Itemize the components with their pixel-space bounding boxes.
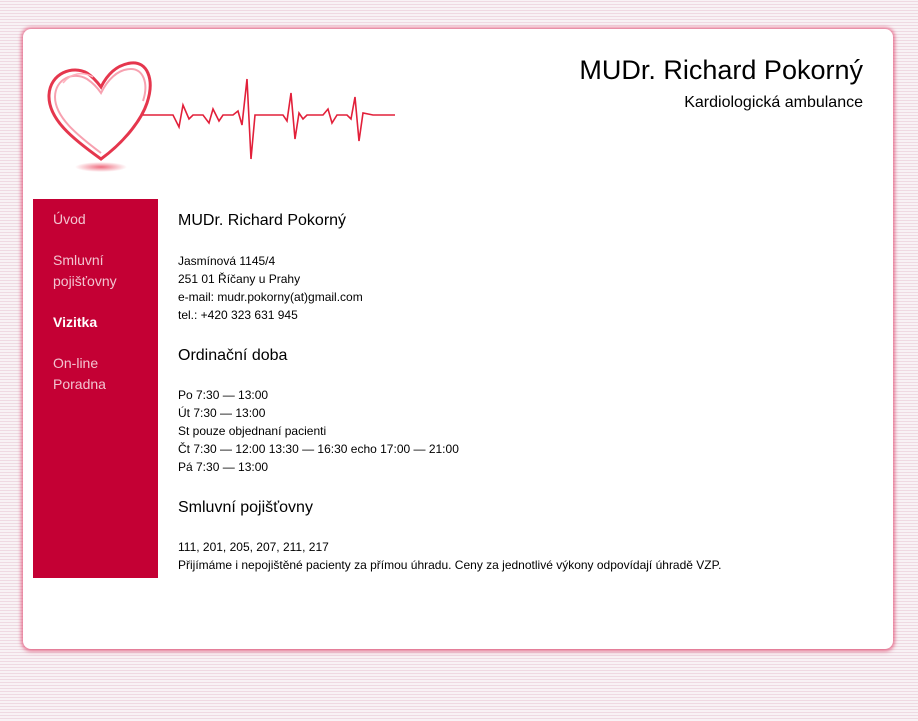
contact-phone: tel.: +420 323 631 945 <box>178 308 298 322</box>
address-city: 251 01 Říčany u Prahy <box>178 272 301 286</box>
site-title: MUDr. Richard Pokorný <box>579 55 863 85</box>
hours-thursday: Čt 7:30 — 12:00 13:30 — 16:30 echo 17:00… <box>178 442 459 456</box>
insurance-note: Přijímáme i nepojištěné pacienty za přím… <box>178 558 722 572</box>
hours-friday: Pá 7:30 — 13:00 <box>178 460 269 474</box>
sidebar-item-uvod[interactable]: Úvod <box>53 209 153 230</box>
hours-monday: Po 7:30 — 13:00 <box>178 388 269 402</box>
insurance-codes: 111, 201, 205, 207, 211, 217 <box>178 540 329 554</box>
main-content: MUDr. Richard Pokorný Jasmínová 1145/4 2… <box>178 211 868 574</box>
site-subtitle: Kardiologická ambulance <box>684 94 863 111</box>
heart-ecg-logo-icon[interactable] <box>43 57 403 182</box>
sidebar-item-vizitka[interactable]: Vizitka <box>53 312 153 333</box>
contact-email: e-mail: mudr.pokorny(at)gmail.com <box>178 290 363 304</box>
hours-wednesday: St pouze objednaní pacienti <box>178 424 327 438</box>
insurance-block: 111, 201, 205, 207, 211, 217 Přijímáme i… <box>178 538 868 574</box>
address-street: Jasmínová 1145/4 <box>178 254 276 268</box>
hours-tuesday: Út 7:30 — 13:00 <box>178 406 266 420</box>
hours-block: Po 7:30 — 13:00 Út 7:30 — 13:00 St pouze… <box>178 386 868 476</box>
sidebar-nav: Úvod Smluvní pojišťovny Vizitka On-line … <box>33 199 158 578</box>
sidebar-item-smluvni-pojistovny[interactable]: Smluvní pojišťovny <box>53 250 153 292</box>
hours-heading: Ordinační doba <box>178 347 288 364</box>
page-card: MUDr. Richard Pokorný Kardiologická ambu… <box>23 29 893 649</box>
contact-heading: MUDr. Richard Pokorný <box>178 212 347 229</box>
sidebar-item-online-poradna[interactable]: On-line Poradna <box>53 353 153 395</box>
contact-block: Jasmínová 1145/4 251 01 Říčany u Prahy e… <box>178 252 868 324</box>
insurance-heading: Smluvní pojišťovny <box>178 499 313 516</box>
